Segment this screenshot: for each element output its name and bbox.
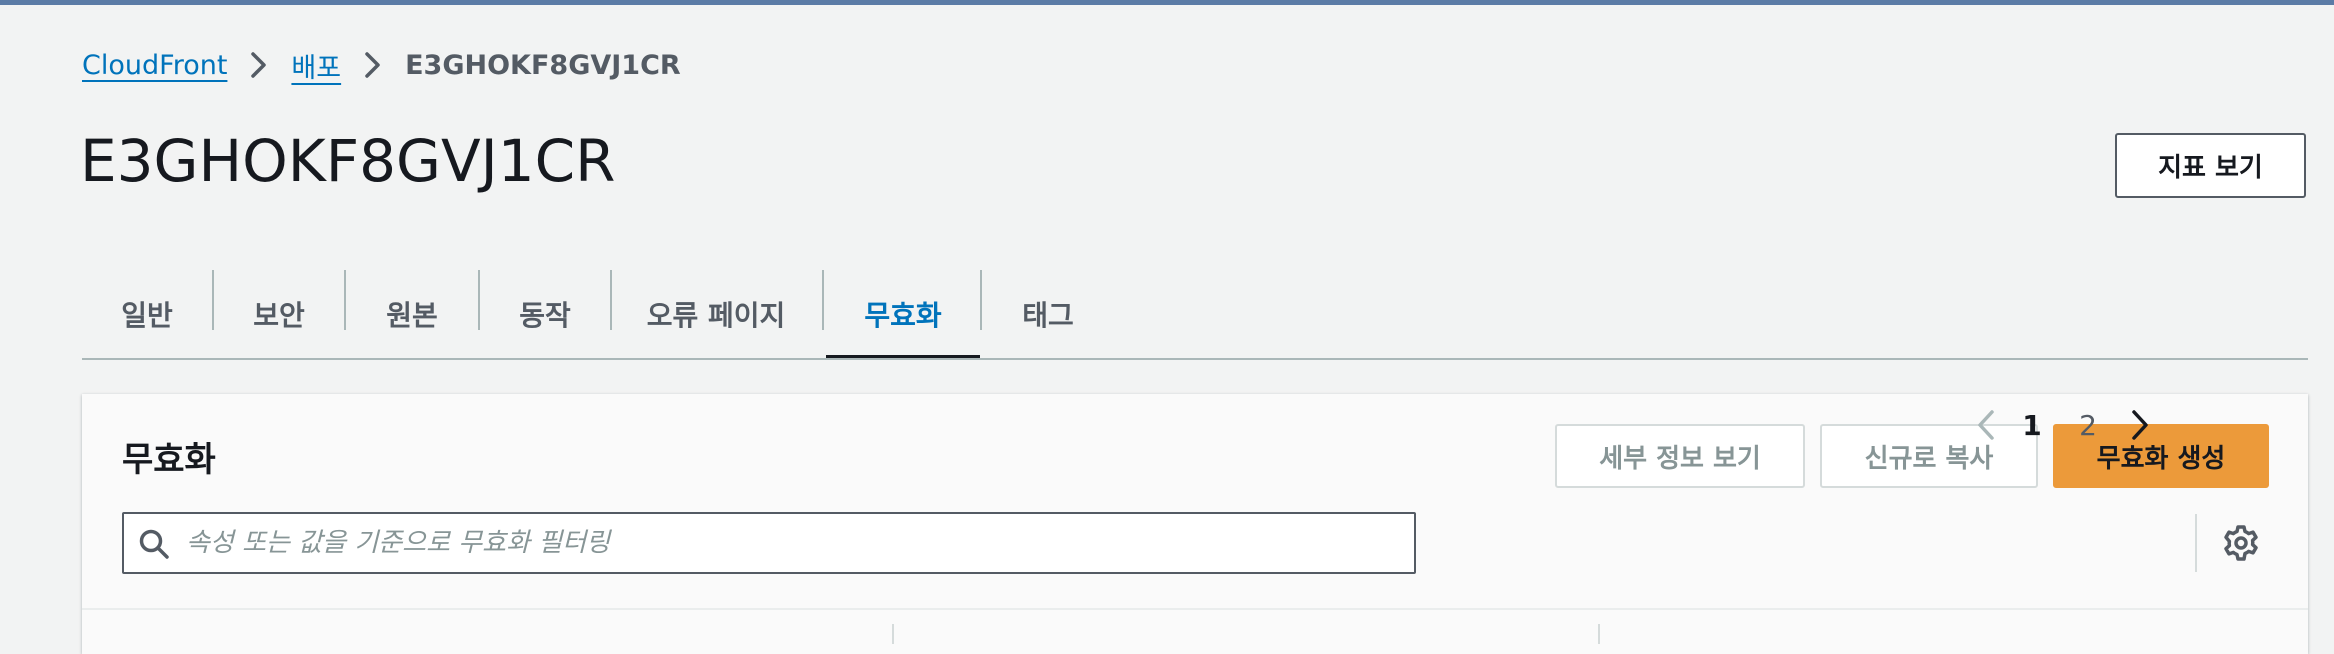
invalidations-title: 무효화 — [122, 440, 216, 480]
page-1-button[interactable]: 1 — [2012, 394, 2052, 456]
tab-invalidations[interactable]: 무효화 — [826, 268, 980, 360]
chevron-right-icon[interactable] — [2122, 394, 2158, 456]
chevron-left-icon[interactable] — [1968, 394, 2004, 456]
tab-general[interactable]: 일반 — [82, 268, 212, 360]
breadcrumb-current: E3GHOKF8GVJ1CR — [405, 49, 681, 81]
chevron-right-icon — [341, 46, 405, 84]
pagination-divider — [2195, 514, 2197, 572]
breadcrumb-cloudfront-link[interactable]: CloudFront — [82, 50, 227, 81]
invalidations-panel: 무효화 세부 정보 보기 신규로 복사 무효화 생성 1 2 — [82, 394, 2308, 654]
tab-origins[interactable]: 원본 — [346, 268, 478, 360]
breadcrumb: CloudFront 배포 E3GHOKF8GVJ1CR — [82, 46, 681, 84]
chevron-right-icon — [227, 46, 291, 84]
breadcrumb-distributions-link[interactable]: 배포 — [291, 46, 341, 85]
table-header-border — [82, 608, 2308, 610]
page-2-button[interactable]: 2 — [2068, 394, 2108, 456]
invalidation-filter — [122, 512, 1416, 574]
view-metrics-button[interactable]: 지표 보기 — [2115, 133, 2306, 198]
filter-input[interactable] — [186, 514, 1386, 572]
tab-error-pages[interactable]: 오류 페이지 — [612, 268, 820, 360]
copy-to-new-button[interactable]: 신규로 복사 — [1820, 424, 2038, 488]
tab-security[interactable]: 보안 — [214, 268, 344, 360]
top-accent-bar — [0, 0, 2334, 5]
tabs-divider — [82, 358, 2308, 360]
column-divider — [1598, 624, 1600, 644]
search-icon — [138, 528, 170, 560]
tab-behaviors[interactable]: 동작 — [480, 268, 610, 360]
column-divider — [892, 624, 894, 644]
tab-tags[interactable]: 태그 — [982, 268, 1114, 360]
view-details-button[interactable]: 세부 정보 보기 — [1555, 424, 1805, 488]
tab-separator — [822, 270, 824, 330]
page-title: E3GHOKF8GVJ1CR — [80, 127, 616, 195]
tab-bar: 일반 보안 원본 동작 오류 페이지 무효화 태그 — [82, 268, 2308, 360]
gear-icon[interactable] — [2222, 524, 2260, 562]
